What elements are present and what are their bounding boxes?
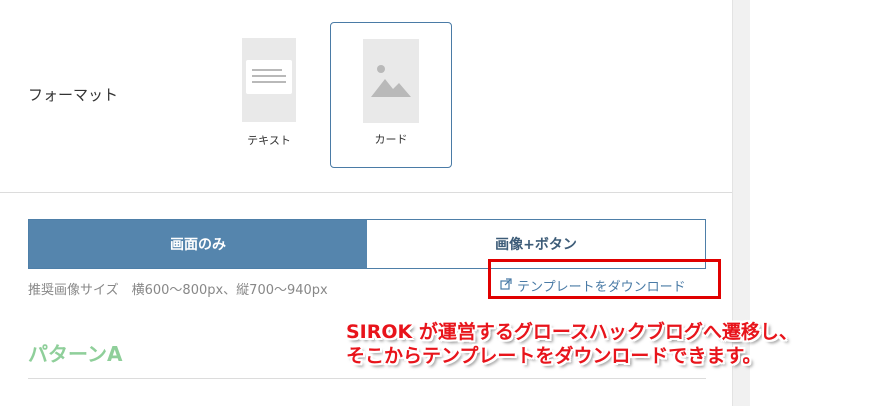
highlight-box	[488, 259, 721, 299]
section-divider	[0, 192, 732, 193]
recommended-size-note: 推奨画像サイズ 横600〜800px、縦700〜940px	[28, 283, 328, 298]
annotation-line-1: SIROK が運営するグロースハックブログへ遷移し、	[346, 321, 798, 343]
format-option-card[interactable]: カード	[330, 22, 452, 168]
format-option-card-label: カード	[374, 133, 408, 146]
pattern-title: パターンA	[28, 342, 123, 366]
format-label: フォーマット	[28, 86, 119, 104]
pattern-divider	[28, 378, 706, 379]
image-card-icon	[363, 39, 419, 123]
annotation-line-2: そこからテンプレートをダウンロードできます。	[346, 345, 762, 367]
format-option-text-label: テキスト	[247, 134, 291, 147]
format-option-text[interactable]: テキスト	[234, 32, 304, 152]
text-layout-icon	[242, 38, 296, 122]
annotation-callout: SIROK が運営するグロースハックブログへ遷移し、 そこからテンプレートをダウ…	[346, 320, 868, 368]
tab-screen-only[interactable]: 画面のみ	[29, 220, 367, 268]
